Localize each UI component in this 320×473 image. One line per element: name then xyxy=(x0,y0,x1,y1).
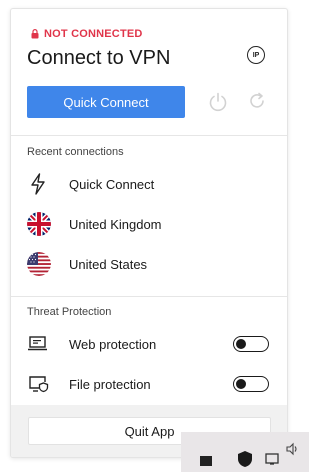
laptop-shield-icon xyxy=(27,335,57,353)
taskbar xyxy=(181,432,309,472)
recent-item-united-states[interactable]: United States xyxy=(27,252,147,276)
ip-info-button[interactable]: IP xyxy=(247,46,265,64)
toggle-knob xyxy=(236,378,246,389)
recent-item-label: United States xyxy=(69,256,148,272)
recent-item-label: Quick Connect xyxy=(69,176,155,192)
connection-status: NOT CONNECTED xyxy=(31,28,143,40)
web-protection-toggle[interactable] xyxy=(233,336,269,352)
network-icon[interactable] xyxy=(265,452,279,471)
lock-icon xyxy=(31,29,39,39)
monitor-shield-icon xyxy=(27,375,57,393)
threat-item-label: Web protection xyxy=(69,336,157,352)
recent-item-label: United Kingdom xyxy=(69,216,162,232)
us-flag-icon xyxy=(27,252,57,276)
refresh-icon[interactable] xyxy=(247,91,267,116)
status-text: NOT CONNECTED xyxy=(44,28,143,40)
bolt-icon xyxy=(27,172,57,196)
toggle-knob xyxy=(236,338,246,349)
recent-item-united-kingdom[interactable]: United Kingdom xyxy=(27,212,162,236)
quick-connect-button[interactable]: Quick Connect xyxy=(27,86,185,118)
threat-item-file-protection: File protection xyxy=(27,375,151,393)
shield-icon[interactable] xyxy=(237,450,253,473)
power-icon[interactable] xyxy=(207,91,229,118)
vpn-panel: NOT CONNECTED Connect to VPN IP Quick Co… xyxy=(10,8,288,458)
recent-item-quick-connect[interactable]: Quick Connect xyxy=(27,172,154,196)
volume-icon[interactable] xyxy=(285,442,299,461)
uk-flag-icon xyxy=(27,212,57,236)
taskbar-icon[interactable] xyxy=(199,454,213,473)
threat-item-label: File protection xyxy=(69,376,151,392)
file-protection-toggle[interactable] xyxy=(233,376,269,392)
divider xyxy=(11,296,287,297)
threat-item-web-protection: Web protection xyxy=(27,335,156,353)
page-title: Connect to VPN xyxy=(27,47,171,69)
divider xyxy=(11,135,287,136)
recent-connections-heading: Recent connections xyxy=(27,146,124,158)
threat-protection-heading: Threat Protection xyxy=(27,306,112,318)
